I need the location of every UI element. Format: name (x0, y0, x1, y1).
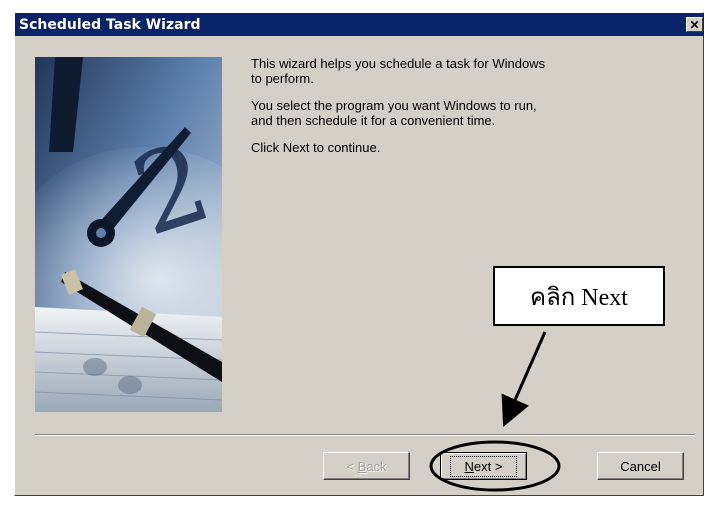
annotation-callout: คลิก Next (493, 266, 665, 326)
close-button[interactable]: ✕ (686, 17, 703, 32)
description-paragraph-2: You select the program you want Windows … (251, 98, 537, 128)
back-button-label: < Back (346, 458, 387, 474)
back-button[interactable]: < Back (323, 452, 410, 480)
wizard-description: This wizard helps you schedule a task fo… (251, 56, 691, 167)
button-separator (35, 434, 695, 436)
next-button[interactable]: Next > (440, 452, 527, 480)
wizard-window: Scheduled Task Wizard ✕ 2 This wizard he… (14, 12, 704, 496)
cancel-button[interactable]: Cancel (597, 452, 684, 480)
window-title: Scheduled Task Wizard (19, 16, 201, 33)
cancel-button-label: Cancel (620, 458, 661, 474)
next-button-label: Next > (449, 455, 518, 477)
description-paragraph-1: This wizard helps you schedule a task fo… (251, 56, 546, 86)
close-icon: ✕ (689, 17, 700, 32)
wizard-illustration: 2 (35, 57, 222, 412)
description-paragraph-3: Click Next to continue. (251, 140, 381, 155)
wizard-clock-pen-image: 2 (35, 57, 222, 412)
title-bar[interactable]: Scheduled Task Wizard ✕ (15, 13, 704, 36)
annotation-label: คลิก Next (530, 284, 628, 311)
